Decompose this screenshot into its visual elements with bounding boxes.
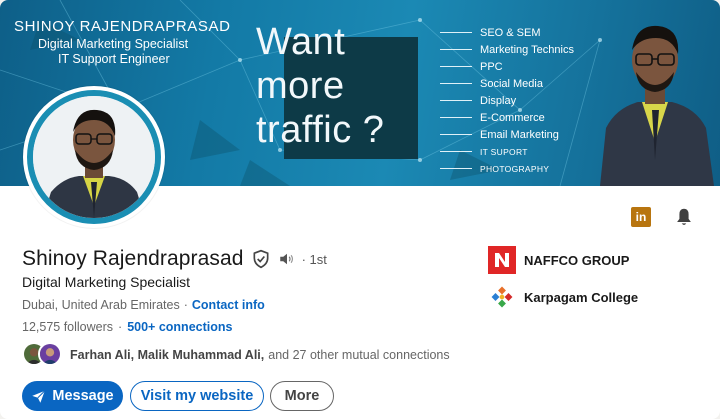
banner-subtitle: Digital Marketing Specialist — [38, 37, 189, 51]
separator-dot: · — [183, 298, 188, 312]
followers-row: 12,575 followers · 500+ connections — [22, 320, 232, 334]
banner-headline-line: more — [256, 65, 345, 107]
service-item: PHOTOGRAPHY — [440, 160, 600, 177]
banner-headline: Want more traffic ? — [256, 20, 384, 152]
profile-location: Dubai, United Arab Emirates — [22, 298, 180, 312]
service-item: E-Commerce — [440, 109, 600, 126]
profile-card: SHINOY RAJENDRAPRASAD Digital Marketing … — [0, 0, 720, 419]
service-item: Email Marketing — [440, 126, 600, 143]
message-button[interactable]: Message — [22, 381, 123, 411]
karpagam-logo — [488, 283, 516, 311]
service-item: Display — [440, 92, 600, 109]
profile-avatar[interactable] — [23, 86, 165, 228]
service-item: Marketing Technics — [440, 41, 600, 58]
avatar-photo-frame — [27, 90, 161, 224]
company-naffco[interactable]: NAFFCO GROUP — [488, 246, 629, 274]
connection-degree: · 1st — [301, 251, 327, 267]
service-item: PPC — [440, 58, 600, 75]
more-button[interactable]: More — [270, 381, 334, 411]
naffco-logo — [488, 246, 516, 274]
banner-subtitle: IT Support Engineer — [58, 52, 170, 66]
speaker-icon[interactable] — [278, 250, 296, 268]
visit-website-button[interactable]: Visit my website — [130, 381, 264, 411]
company-name: NAFFCO GROUP — [524, 252, 630, 268]
naffco-logo-mark — [495, 253, 509, 267]
send-icon — [32, 390, 46, 403]
separator-dot: · — [118, 320, 123, 334]
profile-headline: Digital Marketing Specialist — [22, 274, 191, 290]
banner-person-photo — [600, 25, 714, 186]
mutual-rest: and 27 other mutual connections — [268, 348, 450, 362]
mutual-connections-row[interactable]: Farhan Ali, Malik Muhammad Ali, and 27 o… — [22, 342, 450, 368]
followers-count: 12,575 followers — [22, 320, 114, 334]
services-list: SEO & SEM Marketing Technics PPC Social … — [440, 24, 600, 177]
banner-headline-line: Want — [256, 21, 346, 63]
connections-link[interactable]: 500+ connections — [127, 320, 232, 334]
banner-headline-line: traffic ? — [256, 109, 385, 151]
verified-shield-icon[interactable] — [251, 249, 271, 269]
profile-name-row: Shinoy Rajendraprasad · 1st — [22, 247, 327, 271]
service-item: Social Media — [440, 75, 600, 92]
contact-info-link[interactable]: Contact info — [192, 298, 265, 312]
location-row: Dubai, United Arab Emirates · Contact in… — [22, 298, 265, 312]
profile-name: Shinoy Rajendraprasad — [22, 247, 244, 270]
avatar-photo — [33, 96, 155, 218]
service-item: IT SUPORT — [440, 143, 600, 160]
company-name: Karpagam College — [524, 289, 639, 305]
banner-name: SHINOY RAJENDRAPRASAD — [14, 18, 231, 35]
company-karpagam[interactable]: Karpagam College — [488, 283, 638, 311]
karpagam-logo-mark — [491, 286, 513, 308]
linkedin-badge-icon[interactable]: in — [631, 207, 651, 227]
message-button-label: Message — [52, 388, 114, 404]
service-item: SEO & SEM — [440, 24, 600, 41]
mutual-avatars — [22, 342, 64, 368]
mutual-names: Farhan Ali, Malik Muhammad Ali, — [70, 348, 265, 362]
bell-icon[interactable] — [673, 206, 695, 228]
mutual-avatar — [38, 342, 62, 366]
